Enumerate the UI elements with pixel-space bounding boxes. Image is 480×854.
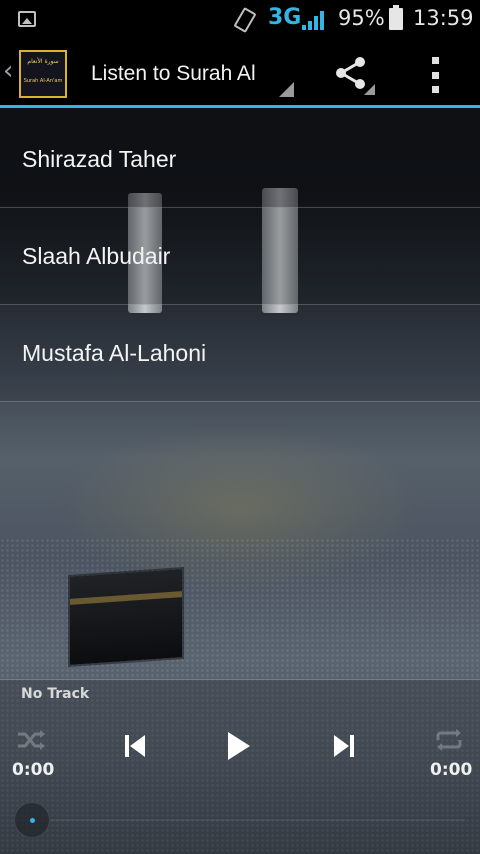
spinner-indicator-icon <box>279 82 294 97</box>
share-submenu-indicator-icon <box>364 84 375 95</box>
app-icon-latin-text: Surah Al-An'am <box>23 78 63 84</box>
action-bar: ‹ سورة الأنعام Surah Al-An'am Listen to … <box>0 38 480 108</box>
repeat-icon[interactable] <box>434 728 464 752</box>
image-notification-icon <box>18 11 36 27</box>
signal-icon <box>302 10 324 30</box>
play-icon <box>228 732 250 760</box>
next-icon <box>334 735 354 757</box>
list-item-reciter[interactable]: Shirazad Taher <box>0 111 480 208</box>
up-caret-icon[interactable]: ‹ <box>3 58 13 84</box>
share-icon[interactable] <box>334 56 368 90</box>
track-title: No Track <box>21 686 90 702</box>
status-clock: 13:59 <box>413 6 474 30</box>
vibrate-icon <box>233 6 257 34</box>
kaaba <box>70 569 182 665</box>
seek-track[interactable] <box>50 819 465 821</box>
reciter-name: Slaah Albudair <box>22 242 171 269</box>
duration-time: 0:00 <box>430 760 473 780</box>
media-player: No Track 0:00 0:00 <box>0 679 480 854</box>
app-icon-arabic-text: سورة الأنعام <box>27 58 59 65</box>
battery-percent: 95% <box>338 6 385 30</box>
previous-button[interactable] <box>113 724 157 768</box>
play-button[interactable] <box>216 724 260 768</box>
status-bar: 3G 95% 13:59 <box>0 0 480 38</box>
seek-thumb[interactable] <box>14 802 50 838</box>
battery-icon <box>389 5 403 30</box>
reciter-name: Mustafa Al-Lahoni <box>22 339 207 366</box>
list-item-reciter[interactable]: Mustafa Al-Lahoni <box>0 305 480 402</box>
page-title-spinner[interactable]: Listen to Surah Al <box>91 62 263 90</box>
reciter-name: Shirazad Taher <box>22 145 177 172</box>
network-type: 3G <box>268 5 302 30</box>
previous-icon <box>125 735 145 757</box>
shuffle-icon[interactable] <box>16 728 46 752</box>
list-item-reciter[interactable]: Slaah Albudair <box>0 208 480 305</box>
next-button[interactable] <box>322 724 366 768</box>
reciter-list: Shirazad Taher Slaah Albudair Mustafa Al… <box>0 111 480 402</box>
overflow-menu-icon[interactable] <box>431 57 439 93</box>
elapsed-time: 0:00 <box>12 760 55 780</box>
app-icon[interactable]: سورة الأنعام Surah Al-An'am <box>19 50 67 98</box>
